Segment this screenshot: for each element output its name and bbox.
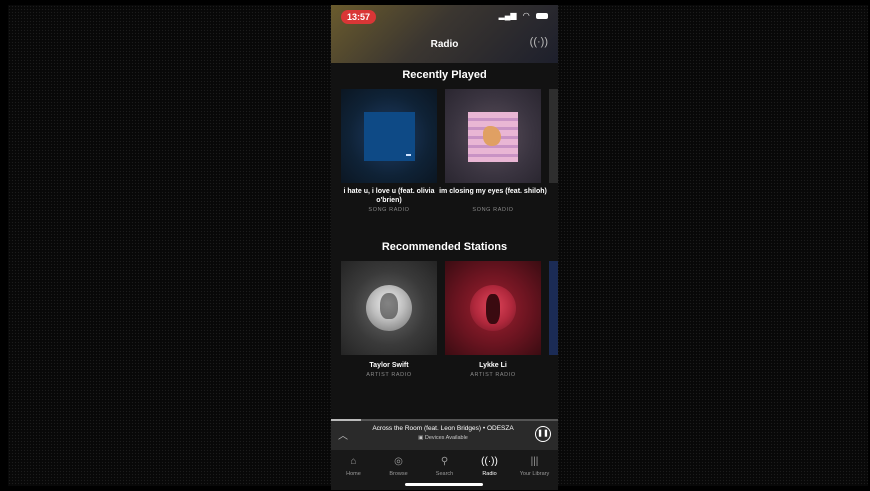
tab-library-label: Your Library	[519, 471, 550, 477]
recently-played-title: Recently Played	[402, 69, 487, 81]
radio-icon: ((·))	[481, 456, 498, 467]
battery-icon	[536, 12, 548, 19]
station-title-2: Lykke Li	[479, 362, 507, 369]
phone-screen: 13:57 ▂▄▆ ◠ Radio ((·)) Recently Played …	[331, 5, 558, 490]
recent-cover-2	[445, 89, 541, 183]
mini-player[interactable]: ︿ Across the Room (feat. Leon Bridges) •…	[331, 419, 558, 450]
recent-subtitle-2: SONG RADIO	[472, 207, 514, 213]
tab-browse-label: Browse	[389, 471, 408, 477]
station-subtitle-2: ARTIST RADIO	[470, 372, 516, 378]
header-bar: 13:57 ▂▄▆ ◠ Radio ((·))	[331, 5, 558, 63]
pause-button[interactable]: ❚❚	[535, 426, 551, 442]
status-icons: ▂▄▆ ◠	[495, 11, 548, 20]
station-cover-1	[341, 261, 437, 355]
tab-library[interactable]: ||| Your Library	[512, 456, 557, 477]
station-subtitle-1: ARTIST RADIO	[366, 372, 412, 378]
recent-title-1: i hate u, i love u (feat. olivia o'brien…	[343, 188, 435, 204]
station-cover-3	[549, 261, 558, 355]
page-title: Radio	[430, 39, 459, 50]
devices-label: Devices Available	[424, 435, 468, 441]
search-icon: ⚲	[440, 456, 449, 467]
library-icon: |||	[530, 456, 539, 467]
tab-search[interactable]: ⚲ Search	[422, 456, 467, 477]
recent-title-2: im closing my eyes (feat. shiloh)	[439, 188, 547, 195]
station-cover-2	[445, 261, 541, 355]
home-icon: ⌂	[350, 456, 357, 467]
now-playing-track: Across the Room (feat. Leon Bridges) • O…	[372, 425, 514, 432]
tab-search-label: Search	[435, 471, 454, 477]
tab-home-label: Home	[346, 471, 361, 477]
recent-cover-1	[341, 89, 437, 183]
playback-progress-fill	[331, 419, 361, 421]
recent-cover-3	[549, 89, 558, 183]
recent-subtitle-1: SONG RADIO	[368, 207, 410, 213]
tab-home[interactable]: ⌂ Home	[331, 456, 376, 477]
playback-progress	[331, 419, 558, 421]
status-time: 13:57	[341, 10, 376, 24]
cast-icon[interactable]: ((·))	[530, 36, 548, 48]
signal-bars-icon: ▂▄▆	[498, 11, 517, 20]
station-title-1: Taylor Swift	[369, 362, 409, 369]
tab-radio-label: Radio	[482, 471, 497, 477]
tab-browse[interactable]: ◎ Browse	[376, 456, 421, 477]
wifi-icon: ◠	[522, 11, 530, 20]
devices-available[interactable]: ▣ Devices Available	[353, 435, 533, 441]
home-indicator[interactable]	[405, 483, 483, 486]
recommended-title: Recommended Stations	[381, 241, 508, 253]
screen: 13:57 ▂▄▆ ◠ Radio ((·)) Recently Played …	[0, 0, 870, 491]
browse-icon: ◎	[394, 456, 403, 467]
tab-radio[interactable]: ((·)) Radio	[467, 456, 512, 477]
devices-icon: ▣	[418, 435, 425, 441]
chevron-up-icon[interactable]: ︿	[338, 427, 348, 442]
